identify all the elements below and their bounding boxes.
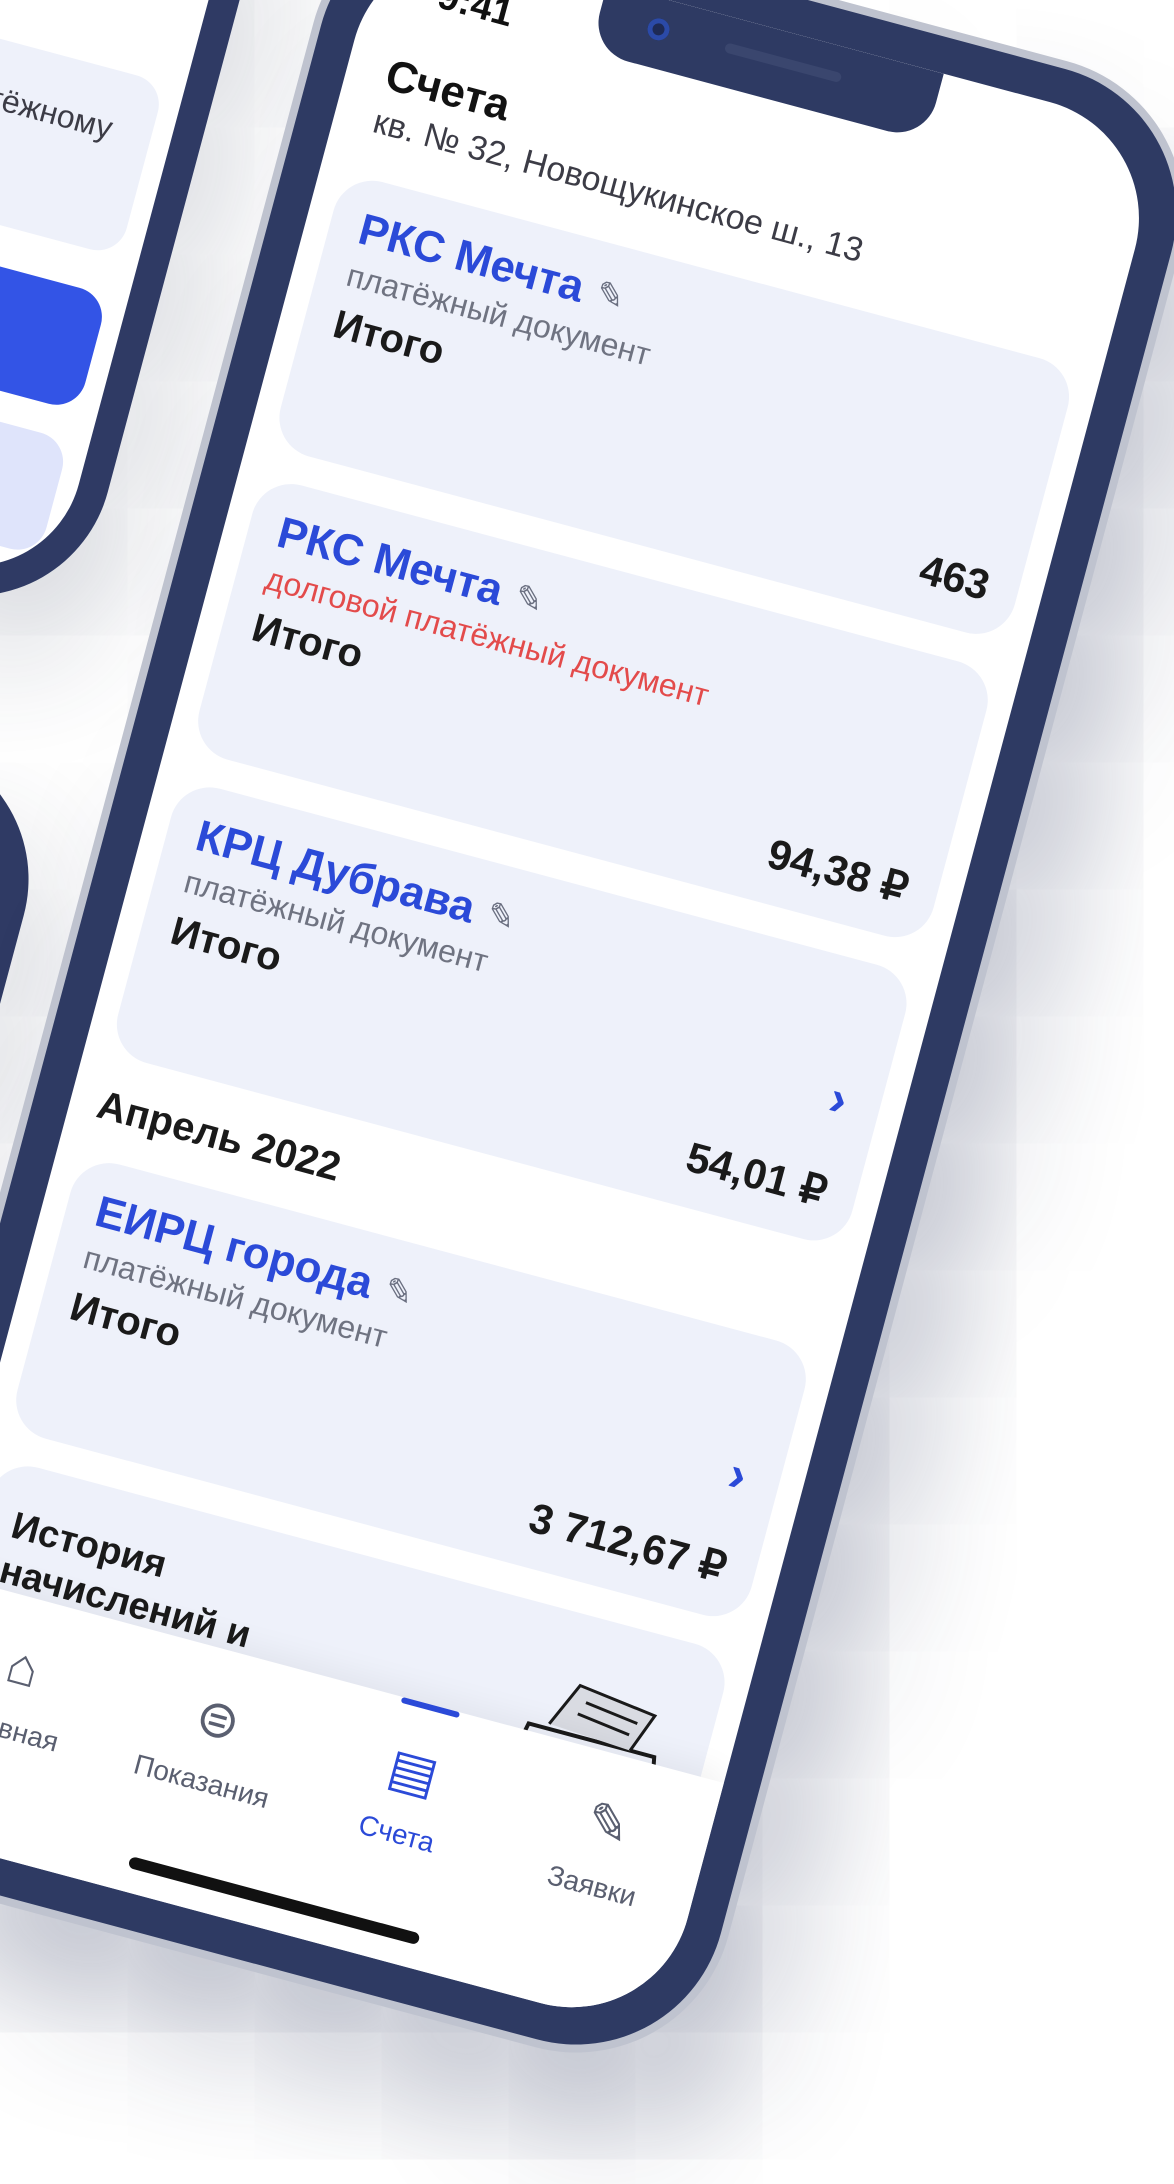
- meter-icon: ⊜: [189, 1686, 247, 1754]
- edit-pencil-icon[interactable]: ✎: [482, 894, 520, 940]
- bill-amount: 54,01 ₽: [681, 1133, 833, 1216]
- tab-label: Главная: [0, 1700, 62, 1758]
- receipt-icon: ▤: [381, 1737, 445, 1807]
- door-icon: ⌂: [0, 1635, 46, 1700]
- bill-amount: 94,38 ₽: [762, 829, 914, 913]
- bill-amount: 463: [914, 545, 995, 609]
- camera-icon: [645, 15, 672, 43]
- bill-amount: 3 712,67 ₽: [524, 1493, 732, 1592]
- bg-info-panel: по платёжному: [0, 0, 166, 257]
- edit-pencil-icon[interactable]: ✎: [510, 576, 548, 622]
- tab-readings[interactable]: ⊜ Показания: [110, 1668, 312, 1821]
- tab-label: Показания: [130, 1748, 273, 1815]
- bg-info-text: по платёжному: [0, 53, 117, 147]
- tab-label: Заявки: [544, 1859, 640, 1913]
- edit-pencil-icon[interactable]: ✎: [591, 273, 629, 319]
- main-phone: 9:41 Счета кв. № 32, Новощукинское ш., 1…: [0, 0, 1174, 2079]
- tab-home[interactable]: ⌂ Главная: [0, 1615, 118, 1768]
- phone-screen: 9:41 Счета кв. № 32, Новощукинское ш., 1…: [0, 0, 1166, 2035]
- pencil-icon: ✎: [579, 1790, 637, 1859]
- status-time: 9:41: [433, 0, 518, 36]
- tab-requests[interactable]: ✎ Заявки: [501, 1772, 703, 1925]
- tab-bills[interactable]: ▤ Счета: [305, 1720, 507, 1873]
- speaker-grille: [723, 42, 843, 84]
- edit-pencil-icon[interactable]: ✎: [380, 1269, 418, 1315]
